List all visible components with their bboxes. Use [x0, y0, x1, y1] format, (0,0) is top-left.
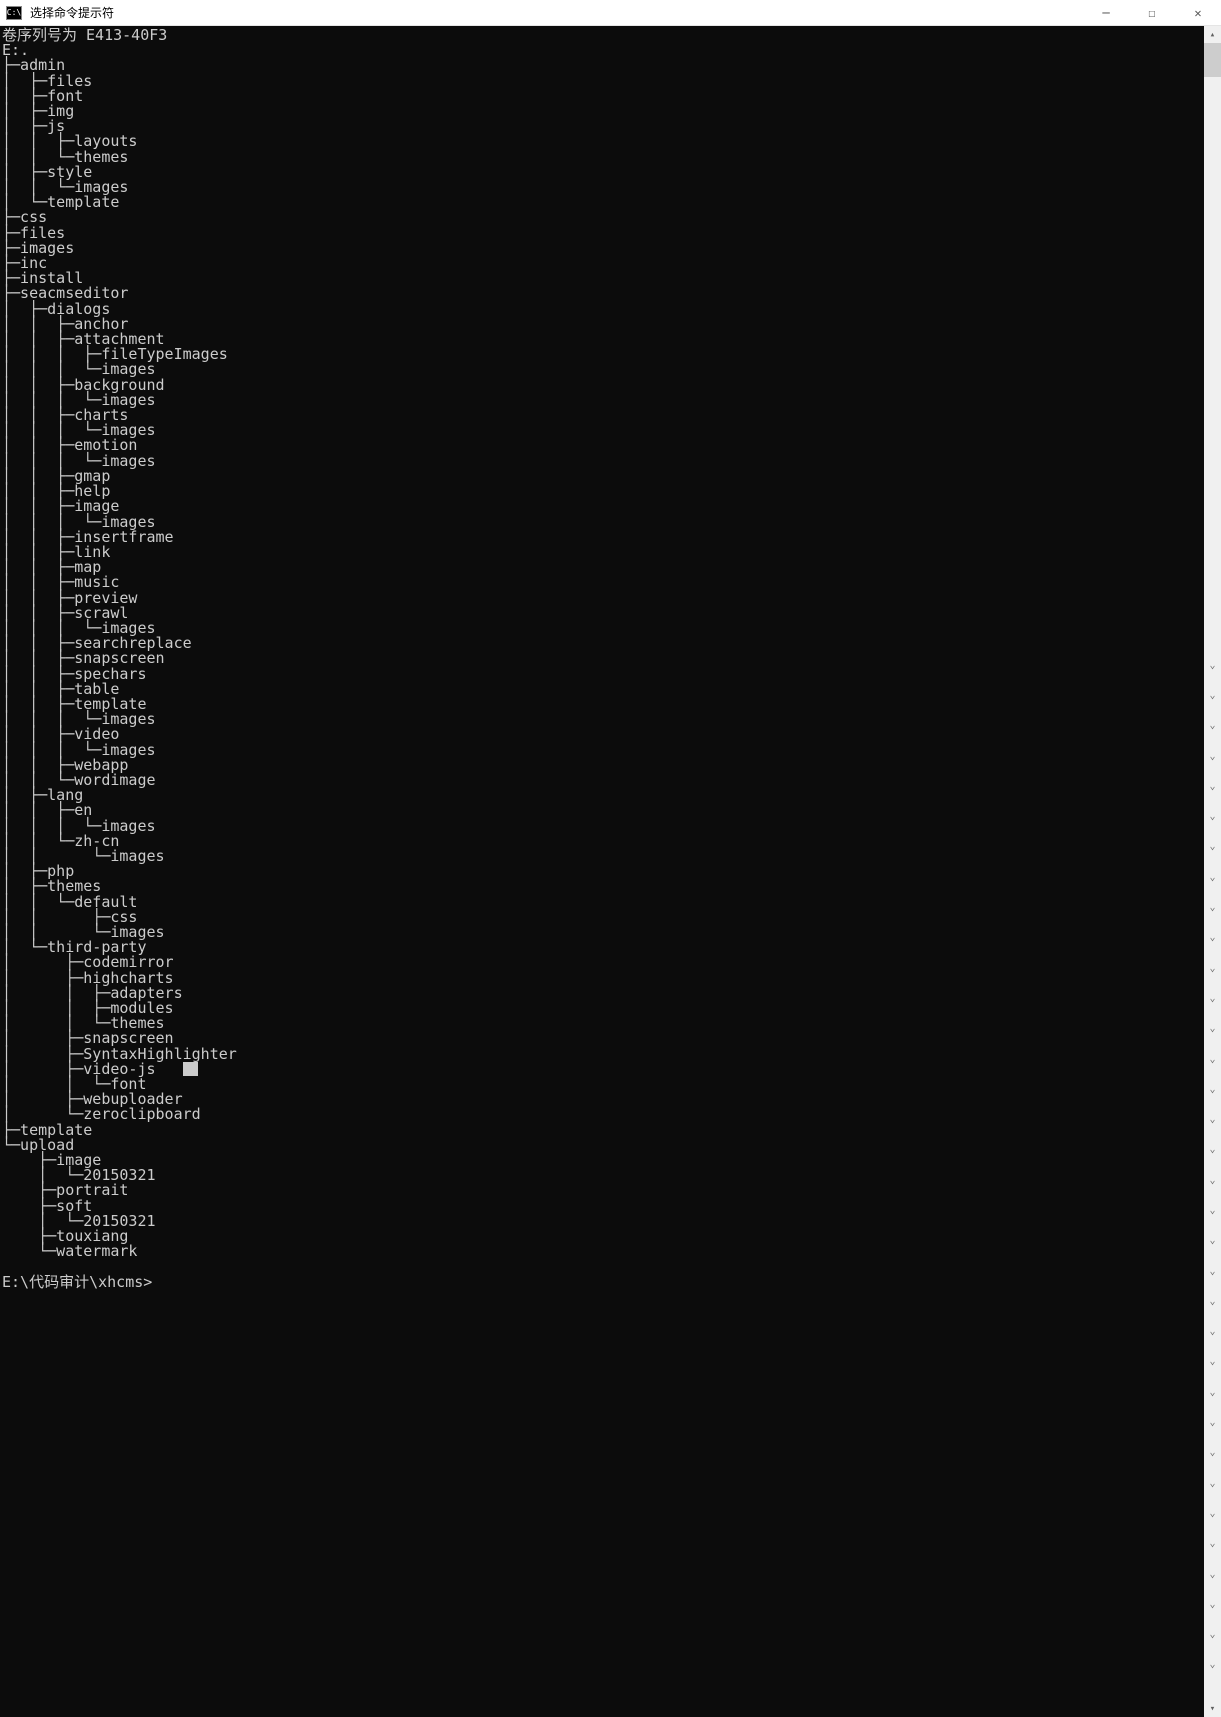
- chevron-down-icon: ⌄: [1204, 1407, 1221, 1437]
- chevron-down-icon: ⌄: [1204, 1074, 1221, 1104]
- chevron-down-icon: ⌄: [1204, 1529, 1221, 1559]
- chevron-down-icon: ⌄: [1204, 1226, 1221, 1256]
- chevron-down-icon: ⌄: [1204, 1195, 1221, 1225]
- scroll-up-icon[interactable]: ▴: [1204, 26, 1221, 43]
- chevron-down-icon: ⌄: [1204, 1498, 1221, 1528]
- chevron-down-icon: ⌄: [1204, 1620, 1221, 1650]
- window-controls: ─ ☐ ✕: [1083, 0, 1221, 26]
- chevron-down-icon: ⌄: [1204, 1377, 1221, 1407]
- chevron-down-icon: ⌄: [1204, 1589, 1221, 1619]
- minimize-button[interactable]: ─: [1083, 0, 1129, 26]
- tree-container: ├─admin │ ├─files │ ├─font │ ├─img │ ├─j…: [2, 58, 1221, 1259]
- chevron-down-icon: ⌄: [1204, 1468, 1221, 1498]
- text-cursor: [183, 1062, 198, 1076]
- chevron-down-icon: ⌄: [1204, 862, 1221, 892]
- scrollbar[interactable]: ▴ ⌄⌄⌄⌄⌄⌄⌄⌄⌄⌄⌄⌄⌄⌄⌄⌄⌄⌄⌄⌄⌄⌄⌄⌄⌄⌄⌄⌄⌄⌄⌄⌄⌄⌄ ▾: [1204, 26, 1221, 1717]
- chevron-down-icon: ⌄: [1204, 1165, 1221, 1195]
- chevron-down-icon: ⌄: [1204, 650, 1221, 680]
- chevron-down-icon: ⌄: [1204, 741, 1221, 771]
- chevron-down-icon: ⌄: [1204, 801, 1221, 831]
- chevron-down-icon: ⌄: [1204, 923, 1221, 953]
- chevron-down-icon: ⌄: [1204, 1438, 1221, 1468]
- scroll-markers: ⌄⌄⌄⌄⌄⌄⌄⌄⌄⌄⌄⌄⌄⌄⌄⌄⌄⌄⌄⌄⌄⌄⌄⌄⌄⌄⌄⌄⌄⌄⌄⌄⌄⌄: [1204, 650, 1221, 1680]
- cmd-icon: C:\: [6, 6, 22, 20]
- chevron-down-icon: ⌄: [1204, 1044, 1221, 1074]
- maximize-button[interactable]: ☐: [1129, 0, 1175, 26]
- chevron-down-icon: ⌄: [1204, 1256, 1221, 1286]
- chevron-down-icon: ⌄: [1204, 832, 1221, 862]
- chevron-down-icon: ⌄: [1204, 771, 1221, 801]
- chevron-down-icon: ⌄: [1204, 1347, 1221, 1377]
- chevron-down-icon: ⌄: [1204, 983, 1221, 1013]
- scroll-thumb[interactable]: [1204, 43, 1221, 77]
- chevron-down-icon: ⌄: [1204, 711, 1221, 741]
- chevron-down-icon: ⌄: [1204, 1014, 1221, 1044]
- prompt-line[interactable]: E:\代码审计\xhcms>: [2, 1273, 152, 1291]
- tree-row: └─watermark: [2, 1242, 137, 1260]
- titlebar[interactable]: C:\ 选择命令提示符 ─ ☐ ✕: [0, 0, 1221, 26]
- chevron-down-icon: ⌄: [1204, 680, 1221, 710]
- chevron-down-icon: ⌄: [1204, 953, 1221, 983]
- chevron-down-icon: ⌄: [1204, 1559, 1221, 1589]
- chevron-down-icon: ⌄: [1204, 892, 1221, 922]
- chevron-down-icon: ⌄: [1204, 1104, 1221, 1134]
- chevron-down-icon: ⌄: [1204, 1286, 1221, 1316]
- chevron-down-icon: ⌄: [1204, 1650, 1221, 1680]
- terminal-output[interactable]: 卷序列号为 E413-40F3 E:. ├─admin │ ├─files │ …: [0, 26, 1221, 1717]
- chevron-down-icon: ⌄: [1204, 1317, 1221, 1347]
- scroll-down-icon[interactable]: ▾: [1204, 1700, 1221, 1717]
- close-button[interactable]: ✕: [1175, 0, 1221, 26]
- chevron-down-icon: ⌄: [1204, 1135, 1221, 1165]
- window-title: 选择命令提示符: [30, 4, 114, 21]
